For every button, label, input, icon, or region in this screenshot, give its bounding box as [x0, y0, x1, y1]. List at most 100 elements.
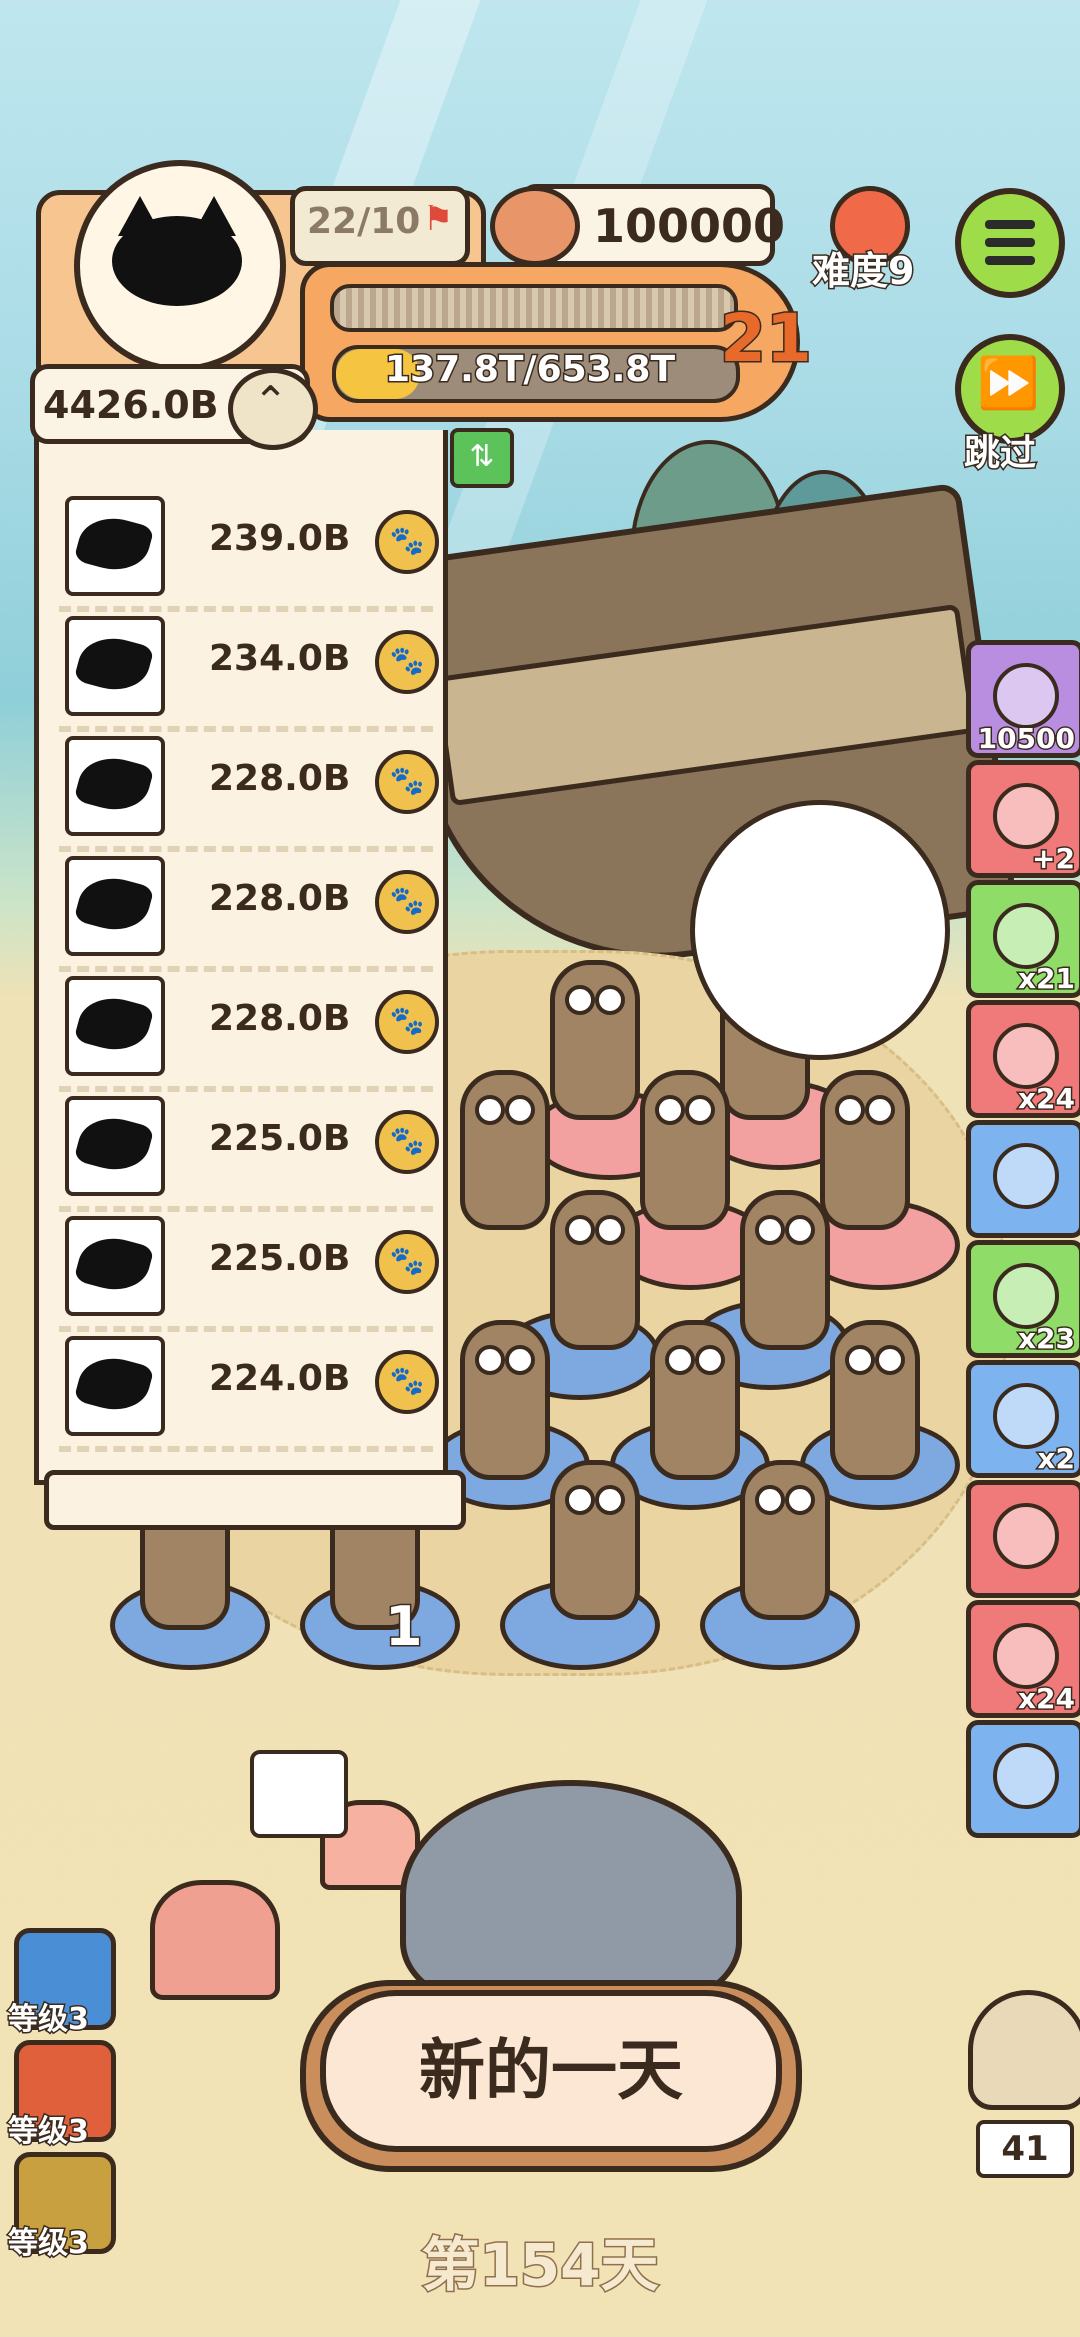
- income-row: 228.0B 🐾: [59, 846, 439, 972]
- snorkel-icon: [993, 1023, 1059, 1089]
- income-row-value: 224.0B: [209, 1358, 351, 1399]
- bomb-icon: [993, 1623, 1059, 1689]
- item-slot[interactable]: x23: [966, 1240, 1080, 1358]
- upgrade-level-label: 等级3: [7, 2001, 91, 2039]
- item-slot[interactable]: +2: [966, 760, 1080, 878]
- isopod-creature[interactable]: [830, 1320, 920, 1480]
- manta-ray-icon: [65, 736, 165, 836]
- income-row: 224.0B 🐾: [59, 1326, 439, 1452]
- isopod-creature[interactable]: [740, 1190, 830, 1350]
- isopod-creature[interactable]: [640, 1070, 730, 1230]
- income-row-value: 228.0B: [209, 758, 351, 799]
- manta-ray-icon: [65, 496, 165, 596]
- manta-ray-icon: [65, 1336, 165, 1436]
- scroll-end: [44, 1470, 466, 1530]
- lollipop-icon: [993, 1263, 1059, 1329]
- seal-creature[interactable]: [400, 1780, 742, 2012]
- item-count: x2: [1036, 1441, 1077, 1477]
- item-count: +2: [1031, 841, 1077, 877]
- stage-counter-text: 22/10: [307, 201, 421, 242]
- total-income-value: 4426.0B: [43, 383, 219, 427]
- income-row-value: 239.0B: [209, 518, 351, 559]
- rock-plus-icon: [993, 783, 1059, 849]
- paw-icon: 🐾: [375, 1110, 439, 1174]
- item-count: 10500: [976, 721, 1076, 757]
- income-row: 225.0B 🐾: [59, 1206, 439, 1332]
- item-count: x24: [1016, 1081, 1076, 1117]
- item-slot[interactable]: x24: [966, 1000, 1080, 1118]
- fast-forward-icon: ⏩: [977, 354, 1040, 412]
- income-row: 228.0B 🐾: [59, 966, 439, 1092]
- black-cat-icon: [112, 196, 242, 306]
- paw-icon: 🐾: [375, 990, 439, 1054]
- income-row-value: 225.0B: [209, 1118, 351, 1159]
- cat-food-can-icon: [490, 186, 580, 266]
- chevron-up-icon: ⌃: [253, 377, 289, 426]
- item-slot[interactable]: x24: [966, 1600, 1080, 1718]
- rock-bag-icon: [993, 663, 1059, 729]
- camera-icon: [993, 1143, 1059, 1209]
- player-level: 21: [719, 299, 814, 379]
- certificate-icon[interactable]: [250, 1750, 348, 1838]
- upgrade-level-label: 等级3: [7, 2113, 91, 2151]
- coin-count: 100000: [593, 199, 786, 253]
- owl-icon[interactable]: [968, 1990, 1080, 2110]
- income-list[interactable]: 239.0B 🐾 234.0B 🐾 228.0B 🐾 228.0B 🐾 228.0B 🐾 225.0…: [34, 430, 448, 1485]
- isopod-creature[interactable]: [820, 1070, 910, 1230]
- helmet-icon: [993, 903, 1059, 969]
- green-ball-icon: [993, 1503, 1059, 1569]
- manta-ray-icon: [65, 1216, 165, 1316]
- paw-icon: 🐾: [375, 1350, 439, 1414]
- pelican-bubble[interactable]: [690, 800, 950, 1060]
- item-slot[interactable]: 10500: [966, 640, 1080, 758]
- isopod-creature[interactable]: [550, 960, 640, 1120]
- item-slot[interactable]: [966, 1120, 1080, 1238]
- income-row: 234.0B 🐾: [59, 606, 439, 732]
- isopod-creature[interactable]: [550, 1190, 640, 1350]
- manta-ray-icon: [65, 856, 165, 956]
- isopod-creature[interactable]: [460, 1070, 550, 1230]
- item-slot[interactable]: [966, 1480, 1080, 1598]
- menu-button[interactable]: [955, 188, 1065, 298]
- day-counter: 第154天: [420, 2230, 660, 2301]
- manta-ray-icon: [65, 1096, 165, 1196]
- exp-bar: [330, 284, 738, 332]
- sort-icon[interactable]: ⇅: [450, 428, 514, 488]
- income-row: 228.0B 🐾: [59, 726, 439, 852]
- feather-icon: [993, 1743, 1059, 1809]
- paw-icon: 🐾: [375, 1230, 439, 1294]
- paw-icon: 🐾: [375, 510, 439, 574]
- paw-icon: 🐾: [375, 630, 439, 694]
- paw-icon: 🐾: [375, 870, 439, 934]
- income-row-value: 225.0B: [209, 1238, 351, 1279]
- stage-counter: 22/10 ⚑: [290, 186, 470, 266]
- income-row-value: 228.0B: [209, 998, 351, 1039]
- isopod-creature[interactable]: [460, 1320, 550, 1480]
- income-progress-text: 137.8T/653.8T: [383, 348, 676, 392]
- income-row-value: 234.0B: [209, 638, 351, 679]
- item-slot[interactable]: [966, 1720, 1080, 1838]
- player-avatar[interactable]: [74, 160, 286, 372]
- income-row: 239.0B 🐾: [59, 486, 439, 612]
- item-count: x21: [1016, 961, 1076, 997]
- flag-icon: ⚑: [423, 199, 454, 239]
- skip-label: 跳过: [962, 432, 1037, 476]
- new-day-button[interactable]: 新的一天: [320, 1990, 782, 2152]
- coral: [150, 1880, 280, 2000]
- manta-ray-icon: [65, 616, 165, 716]
- owl-count: 41: [976, 2120, 1074, 2178]
- item-slot[interactable]: x2: [966, 1360, 1080, 1478]
- income-row: 225.0B 🐾: [59, 1086, 439, 1212]
- difficulty-label: 难度9: [810, 248, 915, 295]
- item-count: x24: [1016, 1681, 1076, 1717]
- manta-ray-icon: [65, 976, 165, 1076]
- item-count: x23: [1016, 1321, 1076, 1357]
- isopod-creature[interactable]: [740, 1460, 830, 1620]
- collapse-button[interactable]: ⌃: [228, 368, 318, 450]
- donut-icon: [993, 1383, 1059, 1449]
- paw-icon: 🐾: [375, 750, 439, 814]
- item-slot[interactable]: x21: [966, 880, 1080, 998]
- isopod-creature[interactable]: [650, 1320, 740, 1480]
- isopod-creature[interactable]: [550, 1460, 640, 1620]
- income-row-value: 228.0B: [209, 878, 351, 919]
